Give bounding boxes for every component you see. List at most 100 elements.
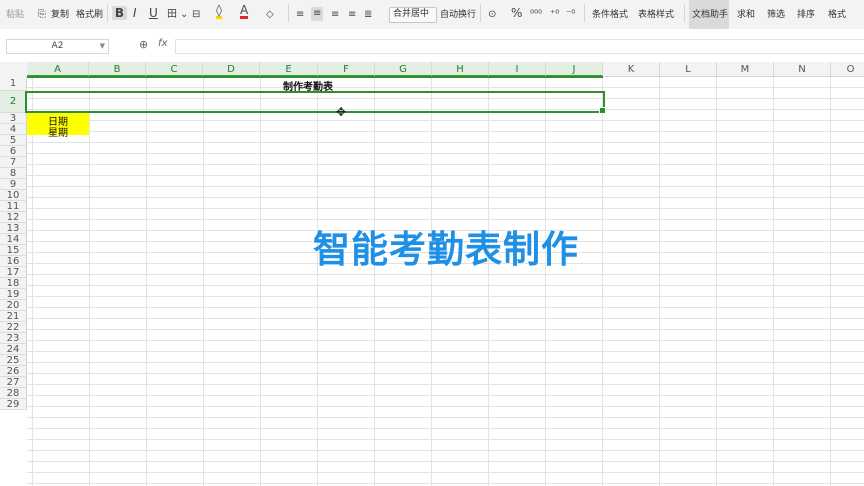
column-header-l[interactable]: L [660,62,717,77]
justify-icon[interactable]: ≡ [348,8,356,22]
zoom-icon[interactable]: ⊕ [139,38,148,51]
name-box[interactable]: A2 ▼ [6,39,109,54]
row-header-7[interactable]: 7 [0,157,27,168]
copy-icon: ⎘ [38,9,46,20]
row-header-18[interactable]: 18 [0,278,27,289]
format-painter-button[interactable]: 格式刷 [76,10,103,21]
align-center-icon[interactable]: ≡ [311,7,324,21]
column-header-f[interactable]: F [318,62,375,77]
ribbon-divider [288,4,289,22]
selected-range-a2-j2[interactable] [25,91,606,114]
increase-decimal-icon[interactable]: ⁺⁰ [550,8,559,22]
cell-area[interactable] [27,77,864,486]
row-header-1[interactable]: 1 [0,77,27,91]
row-header-15[interactable]: 15 [0,245,27,256]
column-header-n[interactable]: N [774,62,831,77]
row-header-2[interactable]: 2 [0,91,27,113]
cell-style-icon[interactable]: ⊟ [192,8,200,22]
border-dropdown-icon[interactable]: ⌄ [180,8,188,22]
column-header-b[interactable]: B [89,62,146,77]
currency-icon[interactable]: ⊙ [488,8,496,22]
column-header-e[interactable]: E [260,62,318,77]
column-header-o[interactable]: O [831,62,864,77]
cell-a4[interactable]: 星期 [48,124,68,139]
row-header-6[interactable]: 6 [0,146,27,157]
row-header-13[interactable]: 13 [0,223,27,234]
column-header-i[interactable]: I [489,62,546,77]
row-header-25[interactable]: 25 [0,355,27,366]
doc-helper-label: 文档助手 [692,10,729,20]
column-header-c[interactable]: C [146,62,203,77]
decrease-decimal-icon[interactable]: ⁻⁰ [566,8,575,22]
column-header-a[interactable]: A [27,62,89,77]
table-style-button[interactable]: 表格样式 [638,10,674,21]
chevron-down-icon[interactable]: ▼ [100,40,105,53]
row-header-21[interactable]: 21 [0,311,27,322]
row-header-8[interactable]: 8 [0,168,27,179]
border-icon[interactable]: 田 [167,8,177,22]
conditional-format-button[interactable]: 条件格式 [592,10,628,21]
row-header-12[interactable]: 12 [0,212,27,223]
wrap-text-button[interactable]: 自动换行 [440,10,476,21]
row-header-4[interactable]: 4 [0,124,27,135]
row-header-22[interactable]: 22 [0,322,27,333]
copy-button[interactable]: 复制 [51,10,69,21]
row-header-24[interactable]: 24 [0,344,27,355]
bold-icon[interactable]: B [112,6,127,20]
thousands-icon[interactable]: ⁰⁰⁰ [530,8,542,22]
row-header-9[interactable]: 9 [0,179,27,190]
row-header-23[interactable]: 23 [0,333,27,344]
row-header-14[interactable]: 14 [0,234,27,245]
column-header-g[interactable]: G [375,62,432,77]
column-header-m[interactable]: M [717,62,774,77]
underline-icon[interactable]: U [149,6,158,20]
merge-center-button[interactable]: 合并居中 [389,7,437,23]
name-box-value: A2 [51,41,64,51]
row-header-17[interactable]: 17 [0,267,27,278]
row-header-26[interactable]: 26 [0,366,27,377]
select-all-corner[interactable] [0,62,28,78]
ribbon-divider [480,4,481,22]
italic-icon[interactable]: I [133,6,137,20]
row-header-29[interactable]: 29 [0,399,27,410]
column-header-k[interactable]: K [603,62,660,77]
ribbon-divider [107,4,108,22]
format-button[interactable]: 格式 [828,10,846,21]
row-header-16[interactable]: 16 [0,256,27,267]
mouse-cursor-icon: ✥ [336,105,347,119]
font-color-icon[interactable]: A [240,4,249,19]
row-header-5[interactable]: 5 [0,135,27,146]
spreadsheet-grid: ABCDEFGHIJKLMNO 1 2 3 4 5 6 7 8 9 10 11 12 13 14 15 16 1… [0,62,864,486]
ribbon-divider [684,4,685,22]
doc-helper-button[interactable]: 文档助手 [689,0,729,29]
column-header-h[interactable]: H [432,62,489,77]
percent-icon[interactable]: % [511,6,522,20]
row-header-3[interactable]: 3 [0,113,27,124]
row-header-10[interactable]: 10 [0,190,27,201]
distribute-icon[interactable]: ≣ [364,8,372,22]
sort-button[interactable]: 排序 [797,10,815,21]
sum-button[interactable]: 求和 [737,10,755,21]
row-header-28[interactable]: 28 [0,388,27,399]
formula-input[interactable] [175,39,864,54]
column-header-d[interactable]: D [203,62,260,77]
row-header-11[interactable]: 11 [0,201,27,212]
ribbon-divider [584,4,585,22]
selection-top-border [27,76,603,78]
row-header-20[interactable]: 20 [0,300,27,311]
clear-format-icon[interactable]: ◇ [266,8,274,22]
fill-handle[interactable] [599,107,606,114]
merge-center-label: 合并居中 [393,9,430,19]
fx-icon[interactable]: fx [158,38,167,49]
column-header-j[interactable]: J [546,62,603,77]
align-right-icon[interactable]: ≡ [331,8,339,22]
formula-bar: A2 ▼ ⊕ fx [0,29,864,62]
row-header-19[interactable]: 19 [0,289,27,300]
video-caption-overlay: 智能考勤表制作 [313,228,579,271]
ribbon-toolbar: 粘贴 ⎘ 复制 格式刷 B I U 田 ⌄ ⊟ ◊ A ◇ ≡ ≡ ≡ ≡ ≣ … [0,0,864,30]
align-left-icon[interactable]: ≡ [296,8,304,22]
fill-color-icon[interactable]: ◊ [216,4,222,19]
row-header-27[interactable]: 27 [0,377,27,388]
filter-button[interactable]: 筛选 [767,10,785,21]
paste-button[interactable]: 粘贴 [6,10,24,21]
